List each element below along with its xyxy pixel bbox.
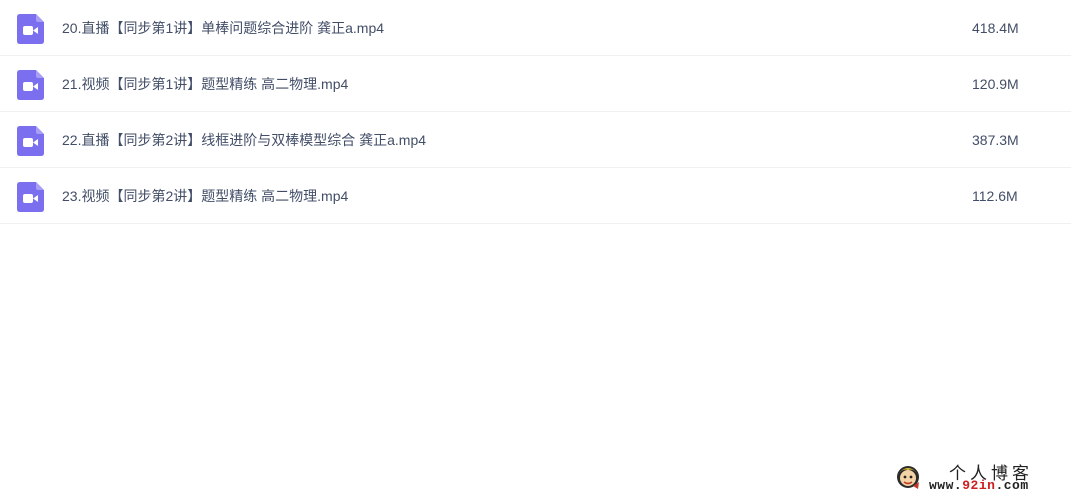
file-name[interactable]: 21.视频【同步第1讲】题型精练 高二物理.mp4 <box>62 74 348 94</box>
video-file-icon <box>17 70 44 100</box>
file-row[interactable]: 21.视频【同步第1讲】题型精练 高二物理.mp4 120.9M <box>0 56 1071 112</box>
file-size: 120.9M <box>972 76 1019 92</box>
file-size: 418.4M <box>972 20 1019 36</box>
watermark-url-prefix: www. <box>929 478 963 493</box>
file-row[interactable]: 23.视频【同步第2讲】题型精练 高二物理.mp4 112.6M <box>0 168 1071 224</box>
blog-watermark: 个人博客 www.92in.com <box>893 458 1063 494</box>
file-name[interactable]: 20.直播【同步第1讲】单棒问题综合进阶 龚正a.mp4 <box>62 18 384 38</box>
video-file-icon <box>17 126 44 156</box>
video-file-icon <box>17 14 44 44</box>
file-row[interactable]: 20.直播【同步第1讲】单棒问题综合进阶 龚正a.mp4 418.4M <box>0 0 1071 56</box>
file-name[interactable]: 23.视频【同步第2讲】题型精练 高二物理.mp4 <box>62 186 348 206</box>
file-row[interactable]: 22.直播【同步第2讲】线框进阶与双棒模型综合 龚正a.mp4 387.3M <box>0 112 1071 168</box>
watermark-url: www.92in.com <box>929 478 1029 493</box>
watermark-url-suffix: .com <box>995 478 1029 493</box>
file-list: 20.直播【同步第1讲】单棒问题综合进阶 龚正a.mp4 418.4M 21.视… <box>0 0 1071 224</box>
file-size: 387.3M <box>972 132 1019 148</box>
file-name[interactable]: 22.直播【同步第2讲】线框进阶与双棒模型综合 龚正a.mp4 <box>62 130 426 150</box>
video-file-icon <box>17 182 44 212</box>
watermark-url-accent: 92in <box>962 478 996 493</box>
file-size: 112.6M <box>972 188 1018 204</box>
mascot-logo-icon <box>895 462 921 490</box>
